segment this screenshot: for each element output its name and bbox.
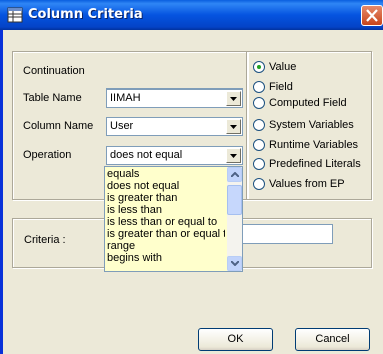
title-bar[interactable]: Column Criteria bbox=[0, 0, 383, 30]
column-name-dropdown[interactable]: User bbox=[106, 117, 243, 136]
radio-button[interactable] bbox=[253, 61, 265, 73]
cancel-button[interactable]: Cancel bbox=[295, 328, 370, 351]
table-name-dropdown[interactable]: IIMAH bbox=[106, 89, 243, 108]
operation-option[interactable]: range bbox=[107, 241, 225, 252]
close-icon bbox=[366, 9, 378, 22]
operation-option[interactable]: is less than or equal to bbox=[107, 217, 225, 228]
radio-label: Predefined Literals bbox=[269, 158, 361, 170]
window-frame bbox=[0, 30, 3, 354]
operation-option[interactable]: is greater than or equal t bbox=[107, 229, 225, 240]
radio-button[interactable] bbox=[253, 81, 265, 93]
column-name-label: Column Name bbox=[23, 120, 94, 132]
column-name-value: User bbox=[110, 120, 134, 132]
radio-selected-dot bbox=[257, 65, 261, 69]
operation-option[interactable]: does not equal bbox=[107, 181, 225, 192]
chevron-down-icon bbox=[231, 261, 239, 266]
table-name-value: IIMAH bbox=[110, 92, 141, 104]
column-name-dropdown-button[interactable] bbox=[226, 119, 241, 134]
chevron-down-icon bbox=[230, 97, 237, 101]
operation-option[interactable]: equals bbox=[107, 169, 225, 180]
radio-button[interactable] bbox=[253, 97, 265, 109]
operation-label: Operation bbox=[23, 149, 72, 161]
chevron-down-icon bbox=[230, 154, 237, 158]
ok-button[interactable]: OK bbox=[198, 328, 273, 351]
app-icon bbox=[7, 7, 23, 23]
radio-label: Computed Field bbox=[269, 97, 347, 109]
radio-label: Values from EP bbox=[269, 178, 345, 190]
radio-button[interactable] bbox=[253, 158, 265, 170]
dropdown-scrollbar[interactable] bbox=[227, 167, 242, 271]
chevron-up-icon bbox=[231, 172, 239, 177]
operation-dropdown-button[interactable] bbox=[226, 148, 241, 163]
radio-button[interactable] bbox=[253, 178, 265, 190]
scroll-down-button[interactable] bbox=[227, 256, 242, 271]
operation-option[interactable]: is greater than bbox=[107, 193, 225, 204]
radio-button[interactable] bbox=[253, 119, 265, 131]
window-title: Column Criteria bbox=[28, 7, 143, 22]
scroll-thumb[interactable] bbox=[227, 185, 242, 215]
table-name-label: Table Name bbox=[23, 92, 82, 104]
scroll-up-button[interactable] bbox=[227, 167, 242, 182]
close-button[interactable] bbox=[361, 5, 383, 26]
operation-option[interactable]: begins with bbox=[107, 253, 225, 264]
radio-label: System Variables bbox=[269, 119, 354, 131]
operation-option[interactable]: is less than bbox=[107, 205, 225, 216]
radio-label: Field bbox=[269, 81, 293, 93]
radio-label: Runtime Variables bbox=[269, 139, 359, 151]
radio-label: Value bbox=[269, 61, 297, 73]
criteria-label: Criteria : bbox=[24, 234, 66, 246]
continuation-label: Continuation bbox=[23, 65, 85, 77]
radio-button[interactable] bbox=[253, 139, 265, 151]
operation-value: does not equal bbox=[110, 149, 183, 161]
table-name-dropdown-button[interactable] bbox=[226, 91, 241, 106]
operation-dropdown-list[interactable]: equals does not equal is greater than is… bbox=[104, 166, 243, 272]
chevron-down-icon bbox=[230, 125, 237, 129]
operation-dropdown[interactable]: does not equal bbox=[106, 146, 243, 165]
